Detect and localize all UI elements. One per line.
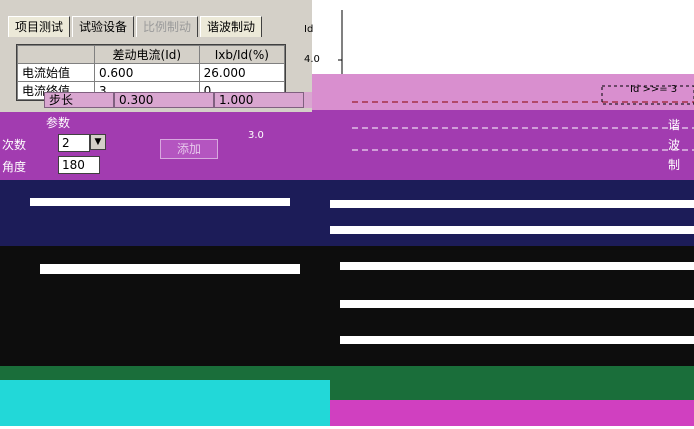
table-row: 电流始值 0.600 26.000: [17, 63, 286, 82]
y-axis-label: Id: [304, 24, 314, 35]
phase-input[interactable]: 180: [58, 156, 100, 174]
glitch-stripe: [330, 200, 694, 208]
cell-step-ratio[interactable]: 1.000: [214, 92, 304, 108]
harmonic-order-label: 次数: [2, 138, 27, 152]
chart-band-purple: [312, 110, 694, 180]
tab-project-test[interactable]: 项目测试: [8, 16, 71, 37]
cell-start-ratio[interactable]: 26.000: [198, 63, 286, 82]
glitch-band: [330, 400, 694, 426]
grid-header-corner: [17, 45, 95, 64]
tab-ratio-restraint[interactable]: 比例制动: [136, 16, 199, 37]
harmonic-order-select[interactable]: 2: [58, 134, 90, 152]
glitch-band: [0, 380, 330, 426]
row-label: 步长: [44, 92, 114, 108]
grid-header-diff-current: 差动电流(Id): [93, 45, 200, 64]
y-tick-label: 3.0: [248, 130, 264, 141]
tab-strip: 项目测试 试验设备 比例制动 谐波制动: [8, 16, 263, 37]
tab-test-equipment[interactable]: 试验设备: [72, 16, 135, 37]
cell-step-id[interactable]: 0.300: [114, 92, 214, 108]
param-label: 参数: [46, 116, 71, 130]
cell-start-id[interactable]: 0.600: [93, 63, 200, 82]
grid-header-ratio: Ixb/Id(%): [198, 45, 286, 64]
legend-text: Id >>= 3: [630, 84, 678, 95]
tab-harmonic-restraint[interactable]: 谐波制动: [200, 16, 263, 37]
glitch-stripe: [340, 300, 694, 308]
glitch-stripe: [340, 336, 694, 344]
glitch-band: [0, 180, 694, 246]
chevron-down-icon[interactable]: ▼: [90, 134, 106, 150]
glitch-stripe: [330, 226, 694, 234]
right-label: 制: [668, 158, 681, 172]
right-label: 谐: [668, 118, 681, 132]
phase-label: 角度: [2, 160, 27, 174]
glitch-stripe: [40, 264, 300, 274]
step-row: 步长 0.300 1.000: [44, 92, 312, 108]
row-label: 电流始值: [17, 63, 95, 82]
glitch-stripe: [340, 262, 694, 270]
add-button[interactable]: 添加: [160, 139, 218, 159]
y-tick-label: 4.0: [304, 54, 320, 65]
glitch-stripe: [30, 198, 290, 206]
right-label: 波: [668, 138, 681, 152]
